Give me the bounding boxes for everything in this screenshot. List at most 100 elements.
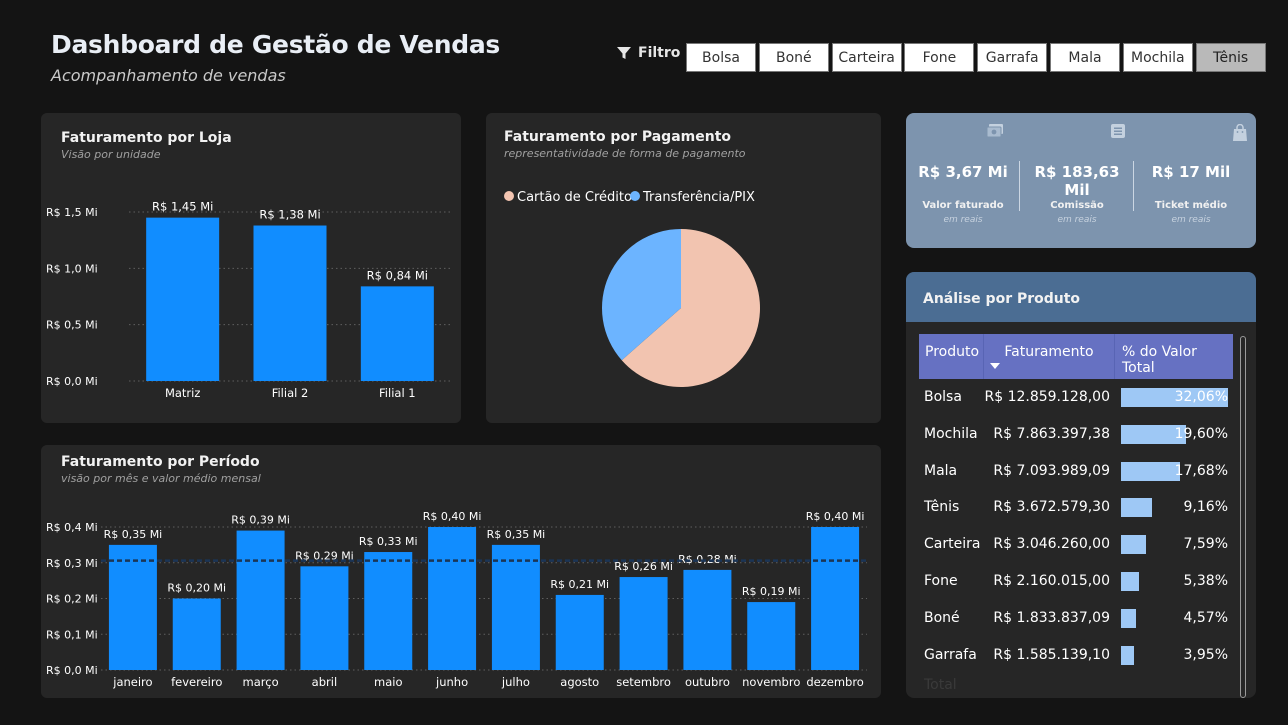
- cell-revenue: R$ 12.859.128,00: [984, 389, 1110, 405]
- y-tick-label: R$ 0,0 Mi: [46, 375, 98, 388]
- x-category-label: janeiro: [112, 675, 152, 689]
- filter-label-group: Filtro: [616, 45, 680, 61]
- cell-product: Carteira: [924, 536, 981, 553]
- cell-product: Mala: [924, 462, 958, 479]
- cell-percent: 4,57%: [1183, 609, 1228, 626]
- cell-percent: 19,60%: [1174, 425, 1228, 442]
- percent-data-bar: [1121, 572, 1139, 591]
- x-category-label: novembro: [742, 675, 800, 689]
- cell-revenue: R$ 3.046.260,00: [993, 536, 1110, 553]
- filter-chip[interactable]: Mala: [1050, 43, 1120, 72]
- store-bar-chart: R$ 0,0 Mi R$ 0,5 Mi R$ 1,0 Mi R$ 1,5 Mi R$ 1…: [46, 200, 451, 400]
- column-header-product[interactable]: Produto: [919, 334, 983, 379]
- bar-data-label: R$ 0,35 Mi: [487, 528, 546, 541]
- cell-percent: 3,95%: [1183, 646, 1228, 663]
- table-row[interactable]: Garrafa R$ 1.585.139,10 3,95%: [919, 637, 1233, 674]
- table-row[interactable]: Fone R$ 2.160.015,00 5,38%: [919, 563, 1233, 600]
- cell-percent: 32,06%: [1174, 389, 1228, 405]
- bar[interactable]: [253, 225, 327, 381]
- bar[interactable]: [683, 569, 732, 670]
- kpi-ticket-value: R$ 17 Mil: [1151, 163, 1231, 181]
- table-row[interactable]: Bolsa R$ 12.859.128,00 32,06%: [919, 379, 1233, 416]
- cell-product: Tênis: [924, 499, 960, 516]
- legend-label[interactable]: Cartão de Crédito: [517, 190, 632, 205]
- x-category-label: outubro: [685, 675, 730, 689]
- percent-data-bar: [1121, 498, 1152, 518]
- table-row[interactable]: Mala R$ 7.093.989,09 17,68%: [919, 453, 1233, 490]
- filter-chip[interactable]: Tênis: [1195, 43, 1266, 72]
- column-header-percent[interactable]: % do Valor Total: [1114, 334, 1233, 379]
- legend-label[interactable]: Transferência/PIX: [642, 190, 755, 205]
- cell-percent: 9,16%: [1183, 499, 1228, 516]
- cell-revenue: R$ 1.585.139,10: [993, 646, 1110, 663]
- bar[interactable]: [300, 566, 349, 670]
- x-category-label: dezembro: [806, 675, 864, 689]
- kpi-ticket-label: Ticket médio: [1154, 200, 1228, 211]
- product-table-title: Análise por Produto: [923, 291, 1081, 307]
- cell-percent: 17,68%: [1174, 462, 1228, 479]
- bar[interactable]: [360, 286, 434, 381]
- product-table-card: Análise por Produto Produto Faturamento …: [906, 272, 1256, 698]
- payment-pie-chart: Cartão de Crédito Transferência/PIX: [504, 190, 760, 387]
- y-tick-label: R$ 0,0 Mi: [46, 664, 98, 677]
- kpi-ticket: R$ 17 Mil Ticket médio em reais: [1134, 113, 1248, 248]
- x-category-label: março: [243, 675, 279, 689]
- filter-chip[interactable]: Fone: [904, 43, 975, 72]
- percent-data-bar: [1121, 461, 1180, 481]
- filter-chip[interactable]: Garrafa: [977, 43, 1048, 72]
- filter-chip[interactable]: Carteira: [831, 43, 902, 72]
- bar[interactable]: [172, 598, 221, 671]
- bar-data-label: R$ 0,19 Mi: [742, 585, 801, 598]
- bar-data-label: R$ 0,33 Mi: [359, 535, 418, 548]
- money-icon: [986, 124, 1003, 138]
- column-header-revenue[interactable]: Faturamento: [983, 334, 1114, 379]
- x-category-label: setembro: [616, 675, 671, 689]
- y-tick-label: R$ 1,0 Mi: [46, 262, 98, 275]
- cell-product: Garrafa: [924, 646, 977, 663]
- bar[interactable]: [811, 527, 860, 670]
- bar-data-label: R$ 1,38 Mi: [259, 208, 320, 222]
- table-row[interactable]: Boné R$ 1.833.837,09 4,57%: [919, 600, 1233, 637]
- bar[interactable]: [428, 527, 477, 670]
- kpi-revenue: R$ 3,67 Mi Valor faturado em reais: [906, 113, 1020, 248]
- table-row[interactable]: Tênis R$ 3.672.579,30 9,16%: [919, 489, 1233, 526]
- table-scrollbar[interactable]: [1240, 336, 1246, 698]
- bar[interactable]: [364, 552, 413, 670]
- filter-chip[interactable]: Mochila: [1122, 43, 1193, 72]
- x-category-label: julho: [501, 675, 530, 689]
- bar[interactable]: [555, 594, 604, 670]
- y-tick-label: R$ 0,4 Mi: [46, 521, 98, 534]
- bar[interactable]: [236, 530, 285, 670]
- kpi-revenue-label: Valor faturado: [922, 200, 1004, 211]
- table-row[interactable]: Mochila R$ 7.863.397,38 19,60%: [919, 416, 1233, 453]
- bar-data-label: R$ 0,21 Mi: [550, 578, 609, 591]
- table-total-label: Total: [924, 677, 957, 693]
- bar-data-label: R$ 0,20 Mi: [167, 582, 226, 595]
- filter-chip[interactable]: Boné: [758, 43, 829, 72]
- kpi-card: R$ 3,67 Mi Valor faturado em reais R$ 18…: [906, 113, 1256, 248]
- cell-product: Mochila: [924, 425, 978, 442]
- cell-revenue: R$ 7.863.397,38: [993, 425, 1110, 442]
- bar[interactable]: [146, 217, 220, 381]
- period-chart-card: Faturamento por Período visão por mês e …: [41, 445, 881, 698]
- bar[interactable]: [108, 544, 157, 670]
- filter-label: Filtro: [638, 45, 681, 61]
- cell-revenue: R$ 7.093.989,09: [993, 462, 1110, 479]
- kpi-commission-value: R$ 183,63 Mil: [1034, 163, 1120, 199]
- table-row[interactable]: Carteira R$ 3.046.260,00 7,59%: [919, 526, 1233, 563]
- kpi-ticket-unit: em reais: [1171, 215, 1211, 225]
- filter-chip[interactable]: Bolsa: [686, 43, 756, 72]
- cell-revenue: R$ 3.672.579,30: [993, 499, 1110, 516]
- receipt-icon: [1111, 124, 1125, 138]
- bar-data-label: R$ 0,39 Mi: [231, 514, 290, 527]
- bar[interactable]: [619, 577, 668, 670]
- bar[interactable]: [491, 544, 540, 670]
- legend-marker: [504, 191, 514, 201]
- kpi-revenue-value: R$ 3,67 Mi: [918, 163, 1008, 181]
- bar[interactable]: [747, 602, 796, 670]
- bar-data-label: R$ 0,26 Mi: [614, 560, 673, 573]
- kpi-commission: R$ 183,63 Mil Comissão em reais: [1020, 113, 1134, 248]
- y-tick-label: R$ 0,2 Mi: [46, 593, 98, 606]
- kpi-revenue-unit: em reais: [943, 215, 983, 225]
- percent-data-bar: [1121, 645, 1135, 665]
